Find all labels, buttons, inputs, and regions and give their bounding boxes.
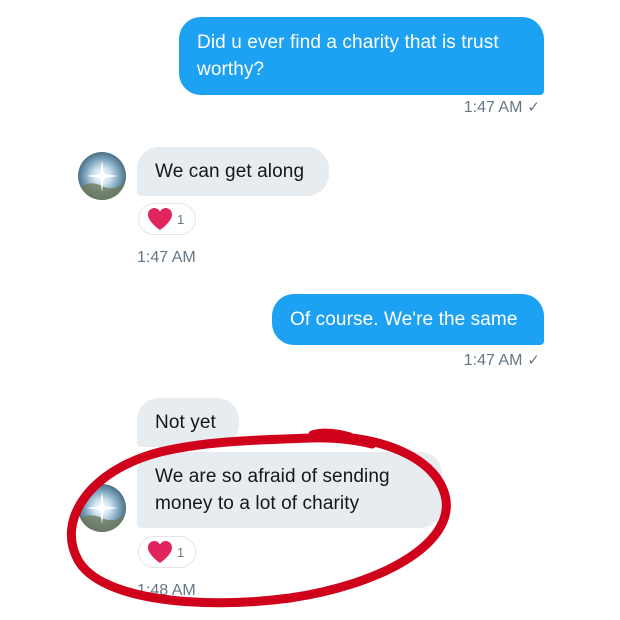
reaction-badge[interactable]: 1 [138,536,196,568]
message-text: Did u ever find a charity that is trust … [197,32,499,80]
incoming-message-bubble[interactable]: We can get along [137,147,329,196]
heart-icon [148,541,172,563]
outgoing-message-bubble[interactable]: Of course. We're the same [272,294,544,345]
avatar[interactable] [78,152,126,200]
message-timestamp: 1:47 AM [137,249,196,266]
avatar-image [78,152,126,200]
incoming-message-bubble[interactable]: Not yet [137,398,239,447]
message-text: Of course. We're the same [290,309,518,330]
heart-icon [148,208,172,230]
message-timestamp: 1:47 AM ✓ [463,352,540,369]
conversation-view: Did u ever find a charity that is trust … [0,0,620,620]
reaction-count: 1 [177,544,185,560]
incoming-message-bubble[interactable]: We are so afraid of sending money to a l… [137,452,442,528]
avatar-image [78,484,126,532]
message-text: We are so afraid of sending money to a l… [155,466,390,514]
avatar[interactable] [78,484,126,532]
message-text: Not yet [155,412,216,433]
message-text: We can get along [155,161,305,182]
message-timestamp: 1:48 AM [137,582,196,599]
sent-check-icon: ✓ [527,99,540,116]
message-timestamp: 1:47 AM ✓ [463,99,540,116]
outgoing-message-bubble[interactable]: Did u ever find a charity that is trust … [179,17,544,95]
sent-check-icon: ✓ [527,352,540,369]
reaction-count: 1 [177,211,185,227]
reaction-badge[interactable]: 1 [138,203,196,235]
